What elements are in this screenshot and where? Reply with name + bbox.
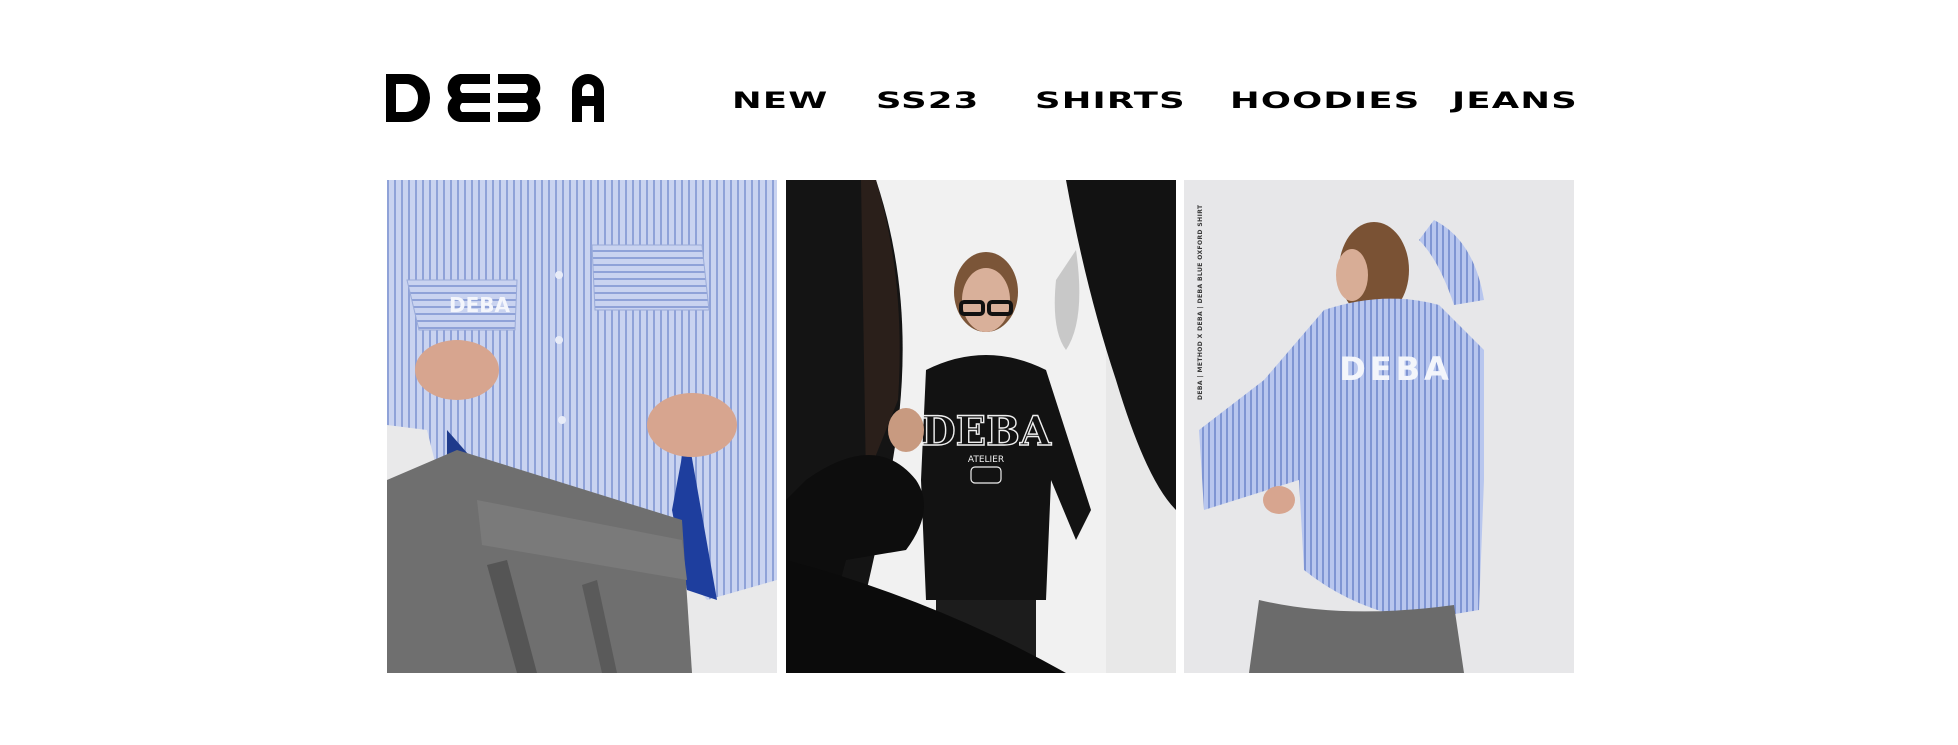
brand-logo[interactable]	[386, 74, 619, 122]
photo-shirt-back: DEBA	[1184, 180, 1574, 673]
sweatshirt-print: DEBA	[921, 408, 1052, 455]
gallery-photo-sweatshirt[interactable]: DEBA ATELIER	[786, 180, 1176, 673]
nav-item-hoodies[interactable]: HOODIES	[1230, 83, 1420, 117]
photo-sweatshirt: DEBA ATELIER	[786, 180, 1176, 673]
nav-item-new[interactable]: NEW	[732, 83, 828, 117]
photo-side-caption: DEBA | METHOD X DEBA | DEBA BLUE OXFORD …	[1197, 204, 1204, 400]
nav-item-ss23[interactable]: SS23	[876, 83, 979, 117]
sweatshirt-subprint: ATELIER	[968, 455, 1004, 465]
gallery-photo-shirt-front[interactable]: DEBA	[387, 180, 777, 673]
gallery-photo-shirt-back[interactable]: DEBA DEBA | METHOD X DEBA | DEBA BLUE OX…	[1184, 180, 1574, 673]
shirt-print-deba: DEBA	[449, 293, 511, 317]
nav-item-jeans[interactable]: JEANS	[1452, 83, 1578, 117]
shirt-back-print: DEBA	[1339, 350, 1453, 388]
deba-logo-mark	[386, 74, 604, 122]
nav-item-shirts[interactable]: SHIRTS	[1035, 83, 1186, 117]
photo-shirt-front: DEBA	[387, 180, 777, 673]
